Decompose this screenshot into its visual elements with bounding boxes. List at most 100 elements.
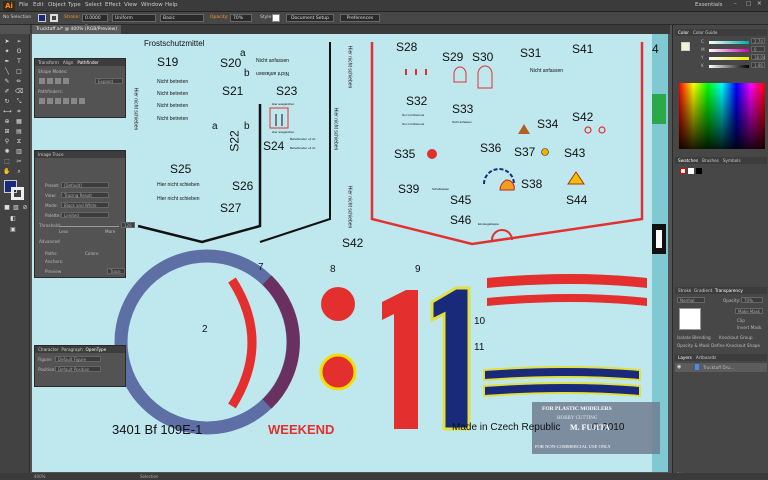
- trace-button[interactable]: Trace: [107, 268, 125, 274]
- menu-help[interactable]: Help: [165, 2, 178, 8]
- stroke-color-box[interactable]: [11, 187, 24, 200]
- preset-select[interactable]: [Default]: [61, 182, 109, 188]
- invert-mask-checkbox[interactable]: Invert Mask: [737, 325, 761, 330]
- channel-k-value[interactable]: 1.96: [751, 62, 765, 68]
- exclude-icon[interactable]: [63, 78, 69, 84]
- tab-character[interactable]: Character: [38, 347, 59, 352]
- channel-m-value[interactable]: 0: [751, 46, 765, 52]
- menu-select[interactable]: Select: [85, 2, 102, 8]
- width-tool-icon[interactable]: ⟷: [3, 108, 12, 116]
- document-tab[interactable]: Trucktaff.ai* @ 400% (RGB/Preview): [32, 25, 122, 34]
- eraser-tool-icon[interactable]: ⌫: [15, 88, 23, 96]
- workspace-switcher[interactable]: Essentials: [695, 2, 723, 8]
- zoom-tool-icon[interactable]: ⌕: [15, 168, 23, 176]
- pen-tool-icon[interactable]: ✒: [3, 58, 11, 66]
- slice-tool-icon[interactable]: ✂: [15, 158, 23, 166]
- crop-icon[interactable]: [63, 98, 69, 104]
- opacity-field[interactable]: 70%: [230, 14, 252, 22]
- swatch-white[interactable]: [688, 168, 694, 174]
- view-select[interactable]: Tracing Result: [61, 192, 109, 198]
- menu-edit[interactable]: Edit: [33, 2, 44, 8]
- shape-builder-tool-icon[interactable]: ⊕: [3, 118, 11, 126]
- trim-icon[interactable]: [47, 98, 53, 104]
- line-tool-icon[interactable]: ╲: [3, 68, 11, 76]
- canvas[interactable]: Frostschutzmittel S19 S20 a b S21 S22 S2…: [32, 34, 668, 472]
- tab-swatches[interactable]: Swatches: [678, 158, 698, 163]
- scale-tool-icon[interactable]: ⤡: [15, 98, 23, 106]
- menu-window[interactable]: Window: [141, 2, 163, 8]
- gradient-mode-icon[interactable]: ▧: [12, 204, 20, 212]
- menu-object[interactable]: Object: [48, 2, 66, 8]
- rectangle-tool-icon[interactable]: □: [15, 68, 23, 76]
- magic-wand-tool-icon[interactable]: ✦: [3, 48, 11, 56]
- symbol-sprayer-tool-icon[interactable]: ✺: [3, 148, 11, 156]
- palette-select[interactable]: Limited: [61, 212, 109, 218]
- channel-c-value[interactable]: 2.74: [751, 38, 765, 44]
- screen-mode-icon[interactable]: ▣: [9, 226, 17, 234]
- minimize-icon[interactable]: –: [734, 1, 737, 7]
- tab-artboards[interactable]: Artboards: [696, 355, 717, 360]
- minus-front-icon[interactable]: [47, 78, 53, 84]
- channel-m-slider[interactable]: [709, 49, 749, 52]
- threshold-slider[interactable]: [59, 226, 119, 227]
- mode-select[interactable]: Black and White: [61, 202, 109, 208]
- mesh-tool-icon[interactable]: ⊞: [3, 128, 11, 136]
- tab-paragraph[interactable]: Paragraph: [61, 347, 82, 352]
- blend-tool-icon[interactable]: ⧖: [15, 138, 23, 146]
- drawing-mode-icon[interactable]: ◧: [9, 215, 17, 223]
- tab-stroke[interactable]: Stroke: [678, 288, 691, 293]
- tab-brushes[interactable]: Brushes: [702, 158, 719, 163]
- tab-symbols[interactable]: Symbols: [723, 158, 741, 163]
- color-fill-preview[interactable]: [681, 42, 690, 51]
- variable-width-select[interactable]: Uniform: [112, 14, 156, 22]
- channel-y-value[interactable]: 18.04: [751, 54, 765, 60]
- expand-button[interactable]: Expand: [95, 78, 123, 84]
- document-setup-button[interactable]: Document Setup: [286, 14, 334, 22]
- pencil-tool-icon[interactable]: ✏: [15, 78, 23, 86]
- divide-icon[interactable]: [39, 98, 45, 104]
- layer-row[interactable]: ◉ Trucktaff Dru...: [675, 363, 767, 372]
- none-mode-icon[interactable]: ⊘: [21, 204, 29, 212]
- opacity-mask-checkbox[interactable]: Opacity & Mask Define Knockout Shape: [677, 343, 760, 348]
- direct-selection-tool-icon[interactable]: ➢: [15, 38, 23, 46]
- eyedropper-tool-icon[interactable]: ⚲: [3, 138, 11, 146]
- artboard-tool-icon[interactable]: ⬚: [3, 158, 11, 166]
- tab-layers[interactable]: Layers: [678, 355, 692, 360]
- fill-swatch[interactable]: [38, 14, 46, 22]
- advanced-toggle[interactable]: Advanced: [39, 239, 60, 244]
- channel-k-slider[interactable]: [709, 65, 749, 68]
- swatch-black[interactable]: [696, 168, 702, 174]
- tab-transform[interactable]: Transform: [38, 60, 59, 65]
- brush-definition-select[interactable]: Basic: [160, 14, 204, 22]
- threshold-field[interactable]: 128: [121, 222, 135, 228]
- tab-color-guide[interactable]: Color Guide: [693, 30, 718, 35]
- gradient-tool-icon[interactable]: ▤: [15, 128, 23, 136]
- outline-icon[interactable]: [71, 98, 77, 104]
- zoom-level[interactable]: 400%: [34, 473, 45, 480]
- stroke-weight-field[interactable]: 0.0000 p: [82, 14, 108, 29]
- visibility-eye-icon[interactable]: ◉: [677, 364, 681, 370]
- color-spectrum[interactable]: [679, 83, 765, 149]
- layer-name[interactable]: Trucktaff Dru...: [703, 365, 734, 370]
- hand-tool-icon[interactable]: ✋: [3, 168, 11, 176]
- unite-icon[interactable]: [39, 78, 45, 84]
- blend-mode-select[interactable]: Normal: [677, 297, 705, 303]
- stroke-swatch[interactable]: [50, 14, 58, 22]
- graph-tool-icon[interactable]: ▥: [15, 148, 23, 156]
- type-tool-icon[interactable]: T: [15, 58, 23, 66]
- preferences-button[interactable]: Preferences: [340, 14, 380, 22]
- opacity-field-panel[interactable]: 70%: [741, 297, 763, 303]
- rotate-tool-icon[interactable]: ↻: [3, 98, 11, 106]
- selection-tool-icon[interactable]: ➤: [3, 38, 11, 46]
- maximize-icon[interactable]: □: [746, 1, 751, 7]
- tab-opentype[interactable]: OpenType: [85, 347, 106, 352]
- isolate-blending-checkbox[interactable]: Isolate Blending: [677, 335, 711, 340]
- knockout-group-checkbox[interactable]: Knockout Group: [719, 335, 752, 340]
- free-transform-tool-icon[interactable]: ⌗: [15, 108, 23, 116]
- position-select[interactable]: Default Position: [55, 366, 101, 372]
- channel-y-slider[interactable]: [709, 57, 749, 60]
- tab-gradient[interactable]: Gradient: [694, 288, 712, 293]
- tab-transparency[interactable]: Transparency: [715, 288, 743, 293]
- perspective-grid-tool-icon[interactable]: ▦: [15, 118, 23, 126]
- swatch-none[interactable]: [680, 168, 686, 174]
